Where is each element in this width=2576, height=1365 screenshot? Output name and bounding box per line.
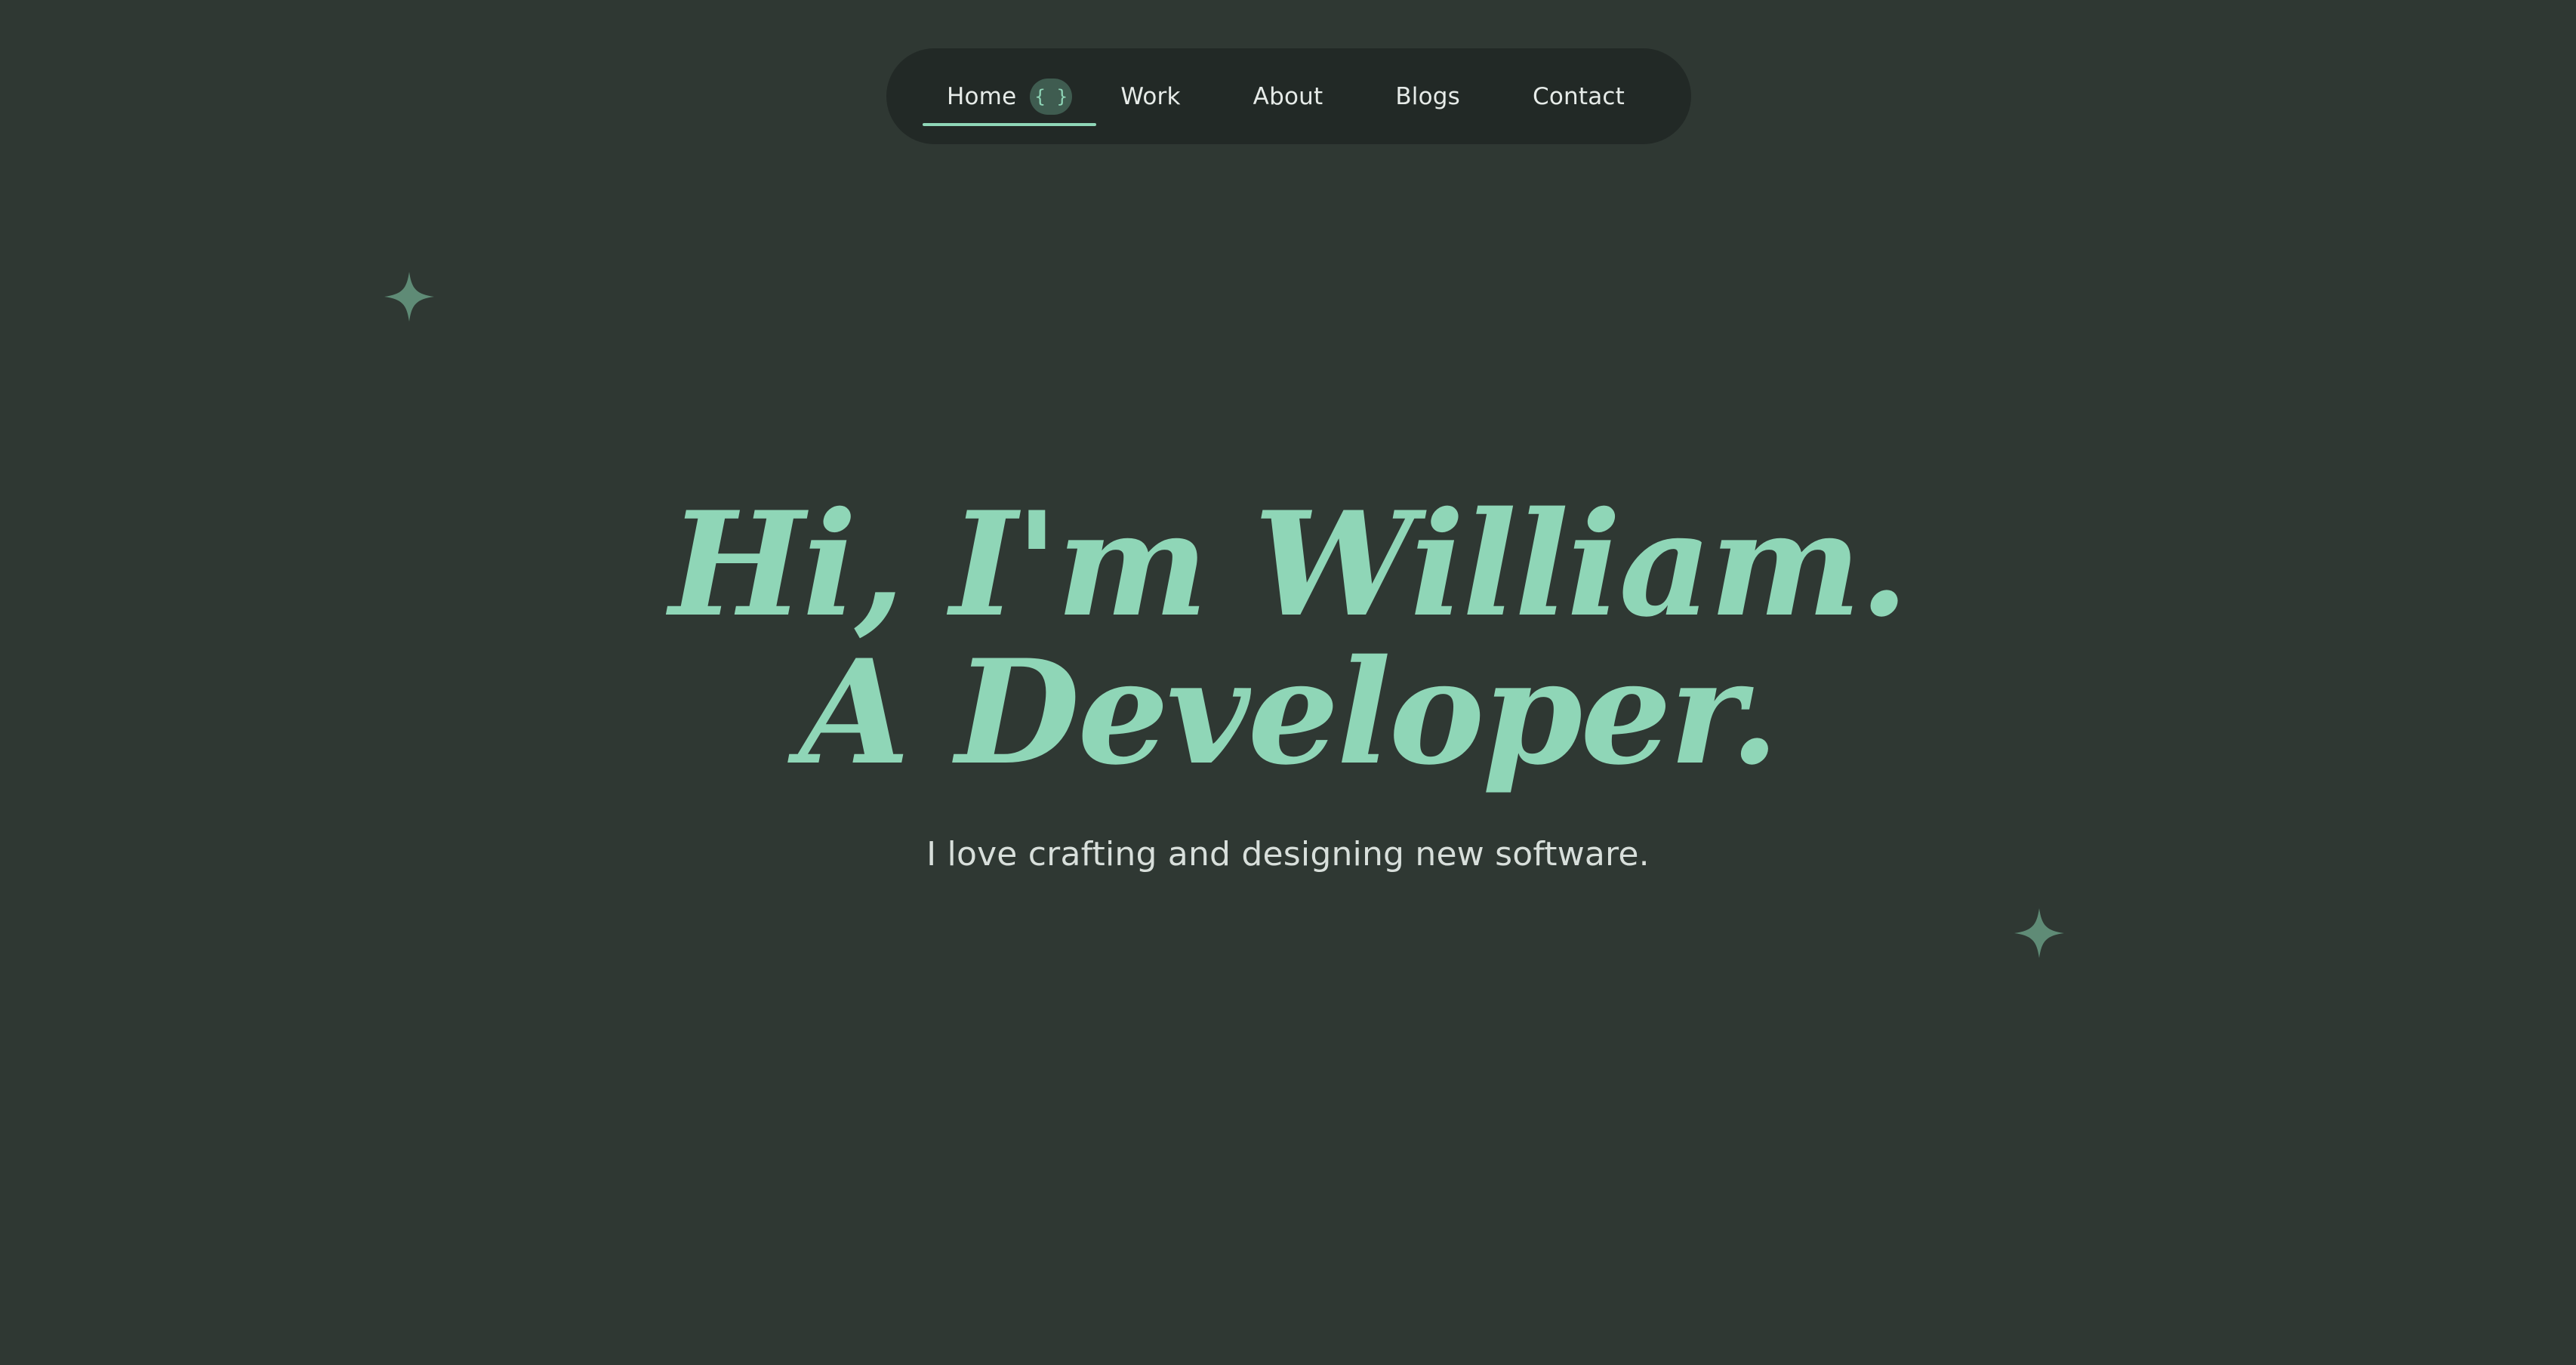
- nav-item-about-label: About: [1253, 82, 1323, 110]
- hero-headline: Hi, I'm William. A Developer.: [0, 491, 2576, 787]
- sparkle-icon: [2014, 908, 2064, 958]
- hero-headline-line-2: A Developer.: [799, 628, 1779, 797]
- code-braces-icon: { }: [1030, 78, 1073, 115]
- nav-item-home[interactable]: Home { }: [923, 48, 1097, 144]
- nav-item-work[interactable]: Work: [1120, 48, 1180, 144]
- nav-item-blogs[interactable]: Blogs: [1395, 48, 1460, 144]
- nav-item-blogs-label: Blogs: [1395, 82, 1461, 110]
- hero-subtitle: I love crafting and designing new softwa…: [926, 835, 1650, 874]
- sparkle-icon: [384, 272, 434, 322]
- active-nav-underline: [923, 123, 1097, 126]
- page: Home { } Work About Blogs Contact Hi, I'…: [0, 0, 2576, 1365]
- nav-item-work-label: Work: [1120, 82, 1181, 110]
- hero-section: Hi, I'm William. A Developer. I love cra…: [0, 491, 2576, 874]
- nav-item-contact[interactable]: Contact: [1533, 48, 1625, 144]
- top-nav: Home { } Work About Blogs Contact: [886, 48, 1691, 144]
- nav-item-about[interactable]: About: [1253, 48, 1323, 144]
- hero-headline-line-1: Hi, I'm William.: [669, 480, 1909, 649]
- nav-item-home-label: Home: [947, 82, 1017, 110]
- nav-item-contact-label: Contact: [1533, 82, 1625, 110]
